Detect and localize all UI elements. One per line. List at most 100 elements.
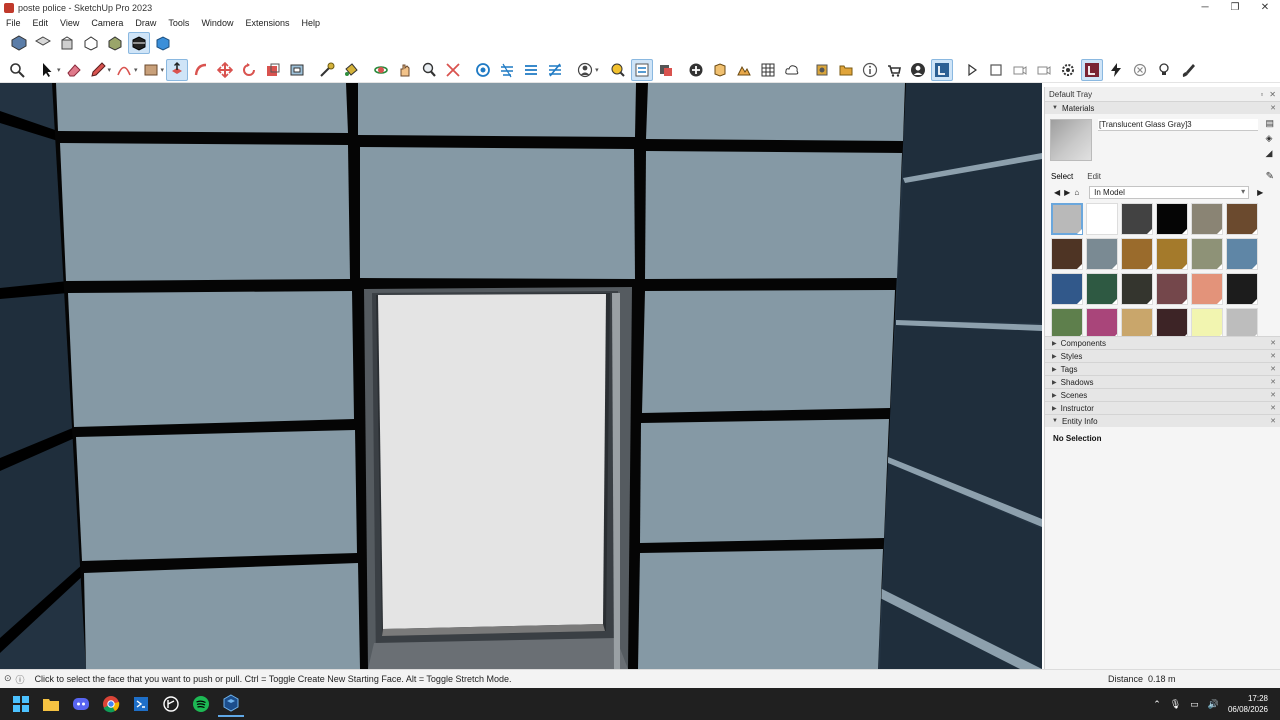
minimize-icon[interactable]: ─ <box>1190 0 1220 15</box>
details-arrow-icon[interactable]: ▶ <box>1257 188 1263 197</box>
model-canvas[interactable] <box>0 83 1042 669</box>
cloud-icon[interactable] <box>781 59 803 81</box>
eraser-icon[interactable] <box>63 59 85 81</box>
material-swatch[interactable] <box>1156 238 1188 270</box>
offset-icon[interactable] <box>286 59 308 81</box>
material-swatch[interactable] <box>1051 273 1083 305</box>
video-icon[interactable] <box>1033 59 1055 81</box>
extension-logo-icon[interactable] <box>1080 58 1103 81</box>
menu-extensions[interactable]: Extensions <box>239 18 295 28</box>
account-icon[interactable] <box>574 59 596 81</box>
select-icon[interactable] <box>36 59 58 81</box>
push-pull-icon[interactable] <box>166 58 189 81</box>
cancel-circle-icon[interactable] <box>1129 59 1151 81</box>
bulb-icon[interactable] <box>1153 59 1175 81</box>
restore-icon[interactable]: ❐ <box>1220 0 1250 15</box>
follow-me-icon[interactable] <box>190 59 212 81</box>
bottom-view-icon[interactable] <box>152 32 174 54</box>
material-swatch[interactable] <box>1051 308 1083 336</box>
tab-select[interactable]: Select <box>1051 172 1073 181</box>
pan-icon[interactable] <box>394 59 416 81</box>
flash-icon[interactable] <box>1105 59 1127 81</box>
zoom-extents-icon[interactable] <box>442 59 464 81</box>
orbit-icon[interactable] <box>370 59 392 81</box>
geo-location-icon[interactable] <box>709 59 731 81</box>
panel-close-icon[interactable]: ✕ <box>1270 104 1276 112</box>
material-swatch[interactable] <box>1086 203 1118 235</box>
section-plane-icon[interactable] <box>472 59 494 81</box>
panel-shadows[interactable]: ▶ Shadows ✕ <box>1045 375 1280 388</box>
panel-tags[interactable]: ▶ Tags ✕ <box>1045 362 1280 375</box>
rectangle-icon[interactable] <box>140 59 162 81</box>
component-options-icon[interactable] <box>607 59 629 81</box>
top-view-icon[interactable] <box>32 32 54 54</box>
material-swatch[interactable] <box>1086 238 1118 270</box>
paint-bucket-icon[interactable] <box>340 59 362 81</box>
menu-help[interactable]: Help <box>295 18 326 28</box>
material-swatch[interactable] <box>1156 308 1188 336</box>
brush-icon[interactable] <box>1177 59 1199 81</box>
extension-manager-icon[interactable] <box>811 59 833 81</box>
model-viewport[interactable] <box>0 83 1042 669</box>
tab-edit[interactable]: Edit <box>1087 172 1101 181</box>
photo-texture-icon[interactable] <box>757 59 779 81</box>
create-material-icon[interactable]: ◈ <box>1265 133 1274 144</box>
tray-close-icon[interactable]: ✕ <box>1269 90 1276 99</box>
home-icon[interactable]: ⌂ <box>1074 188 1079 197</box>
tape-measure-icon[interactable] <box>316 59 338 81</box>
material-swatch[interactable] <box>1086 308 1118 336</box>
material-swatch[interactable] <box>1226 273 1258 305</box>
material-swatch[interactable] <box>1226 308 1258 336</box>
settings-icon[interactable] <box>1057 59 1079 81</box>
layout-icon[interactable] <box>930 58 953 81</box>
back-view-icon[interactable] <box>104 32 126 54</box>
stop-icon[interactable] <box>985 59 1007 81</box>
menu-view[interactable]: View <box>54 18 85 28</box>
windows-start-icon[interactable] <box>8 691 34 717</box>
panel-styles[interactable]: ▶ Styles ✕ <box>1045 349 1280 362</box>
panel-close-icon[interactable]: ✕ <box>1270 365 1276 373</box>
measurements-box[interactable]: Distance 0.18 m <box>1108 674 1176 684</box>
section-fill-icon[interactable] <box>520 59 542 81</box>
pin-icon[interactable]: ▫ <box>1260 90 1263 99</box>
search-icon[interactable] <box>6 59 28 81</box>
material-swatch[interactable] <box>1191 273 1223 305</box>
material-swatch[interactable] <box>1086 273 1118 305</box>
menu-file[interactable]: File <box>0 18 27 28</box>
material-name-field[interactable]: [Translucent Glass Gray]3 <box>1098 119 1258 131</box>
move-icon[interactable] <box>214 59 236 81</box>
material-swatch[interactable] <box>1156 273 1188 305</box>
panel-close-icon[interactable]: ✕ <box>1270 404 1276 412</box>
volume-icon[interactable]: 🔊 <box>1208 699 1219 710</box>
outliner-icon[interactable] <box>630 58 653 81</box>
sketchup-icon[interactable] <box>218 691 244 717</box>
geo-status-icon[interactable]: ⊙ <box>4 673 12 686</box>
material-swatch[interactable] <box>1191 203 1223 235</box>
material-swatch[interactable] <box>1051 238 1083 270</box>
material-swatch[interactable] <box>1226 203 1258 235</box>
panel-close-icon[interactable]: ✕ <box>1270 391 1276 399</box>
material-swatch[interactable] <box>1121 273 1153 305</box>
forward-arrow-icon[interactable]: ▶ <box>1064 188 1070 197</box>
section-display-icon[interactable] <box>544 59 566 81</box>
library-select[interactable]: In Model <box>1089 185 1250 199</box>
panel-close-icon[interactable]: ✕ <box>1270 378 1276 386</box>
instructor-status-icon[interactable]: ⓘ <box>16 673 25 686</box>
menu-draw[interactable]: Draw <box>129 18 162 28</box>
panel-components[interactable]: ▶ Components ✕ <box>1045 336 1280 349</box>
left-view-icon[interactable] <box>128 32 150 54</box>
menu-tools[interactable]: Tools <box>162 18 195 28</box>
panel-entity-info[interactable]: ▼ Entity Info ✕ <box>1045 414 1280 427</box>
material-swatch[interactable] <box>1191 308 1223 336</box>
chrome-icon[interactable] <box>98 691 124 717</box>
material-swatch[interactable] <box>1051 203 1083 235</box>
material-swatch[interactable] <box>1121 203 1153 235</box>
zoom-icon[interactable] <box>418 59 440 81</box>
section-cut-icon[interactable] <box>496 59 518 81</box>
panel-close-icon[interactable]: ✕ <box>1270 339 1276 347</box>
menu-edit[interactable]: Edit <box>27 18 55 28</box>
visual-studio-icon[interactable] <box>128 691 154 717</box>
panel-instructor[interactable]: ▶ Instructor ✕ <box>1045 401 1280 414</box>
scale-icon[interactable] <box>262 59 284 81</box>
file-explorer-icon[interactable] <box>38 691 64 717</box>
